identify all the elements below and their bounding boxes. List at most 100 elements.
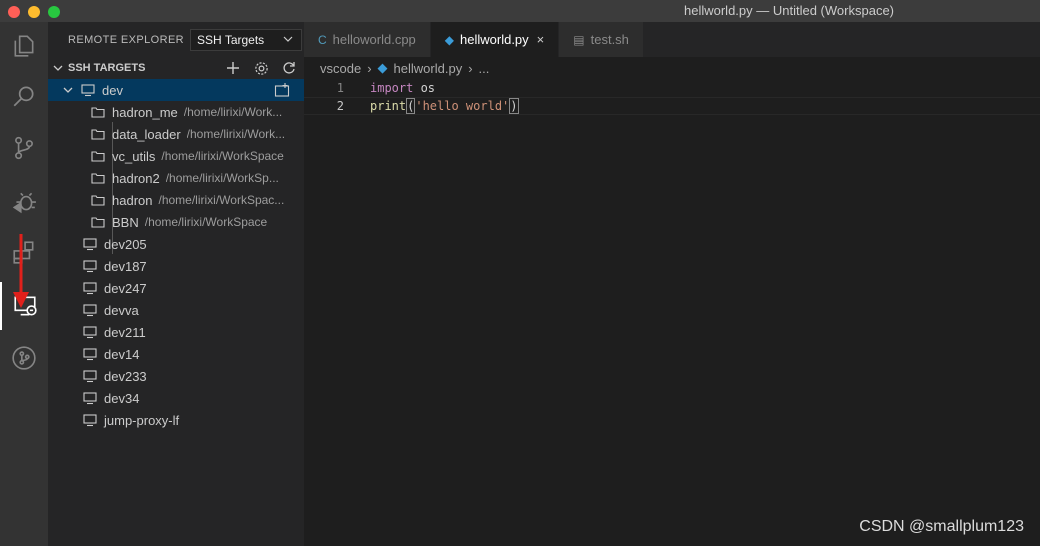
remote-explorer-sidebar: REMOTE EXPLORER SSH Targets SSH TARGETS …	[48, 22, 304, 546]
breadcrumb-item[interactable]: vscode	[320, 61, 361, 76]
host-name: dev233	[104, 368, 147, 384]
folder-path: /home/lirixi/WorkSpac...	[158, 193, 285, 207]
search-icon[interactable]	[0, 72, 48, 120]
folder-path: /home/lirixi/Work...	[183, 105, 283, 119]
folder-path: /home/lirixi/WorkSpace	[161, 149, 284, 163]
tab-test-sh[interactable]: ▤ test.sh	[559, 22, 644, 57]
host-row[interactable]: jump-proxy-lf	[48, 409, 304, 431]
folder-row[interactable]: BBN /home/lirixi/WorkSpace	[48, 211, 304, 233]
host-name: devva	[104, 302, 139, 318]
python-file-icon: ◆	[444, 32, 455, 47]
code-line-current: 2 print('hello world')	[304, 97, 1040, 115]
title-bar: hellworld.py — Untitled (Workspace)	[0, 0, 1040, 22]
folder-row[interactable]: hadron2 /home/lirixi/WorkSp...	[48, 167, 304, 189]
folder-name: hadron2	[112, 170, 160, 186]
monitor-icon	[82, 390, 98, 406]
activity-bar	[0, 22, 48, 546]
chevron-down-icon	[53, 65, 63, 71]
folder-row[interactable]: data_loader /home/lirixi/Work...	[48, 123, 304, 145]
host-row[interactable]: devva	[48, 299, 304, 321]
folder-row[interactable]: hadron_me /home/lirixi/Work...	[48, 101, 304, 123]
section-title: SSH TARGETS	[68, 62, 146, 74]
sidebar-title: REMOTE EXPLORER	[68, 33, 185, 46]
window-title: hellworld.py — Untitled (Workspace)	[684, 3, 894, 18]
chevron-down-icon	[283, 36, 293, 42]
monitor-icon	[80, 82, 96, 98]
folder-icon	[90, 192, 106, 208]
folder-row[interactable]: hadron /home/lirixi/WorkSpac...	[48, 189, 304, 211]
host-row[interactable]: dev205	[48, 233, 304, 255]
folder-name: hadron	[112, 192, 153, 208]
explorer-icon[interactable]	[0, 22, 48, 70]
host-row[interactable]: dev233	[48, 365, 304, 387]
add-new-icon[interactable]	[224, 59, 242, 77]
folder-name: vc_utils	[112, 148, 156, 164]
folder-icon	[90, 126, 106, 142]
red-arrow-annotation	[13, 234, 29, 308]
line-number: 2	[336, 99, 344, 113]
tab-label: hellworld.py	[460, 32, 529, 47]
breadcrumb-item[interactable]: ...	[479, 61, 490, 76]
tab-helloworld-cpp[interactable]: C helloworld.cpp	[304, 22, 431, 57]
folder-name: BBN	[112, 214, 139, 230]
code-editor[interactable]: 1 import os 2 print('hello world')	[304, 79, 1040, 115]
breadcrumb: vscode › ◆ hellworld.py › ...	[304, 57, 1040, 79]
code-paren: (	[406, 98, 416, 114]
chevron-right-icon: ›	[468, 60, 473, 76]
folder-row[interactable]: vc_utils /home/lirixi/WorkSpace	[48, 145, 304, 167]
gear-icon[interactable]	[252, 59, 270, 77]
close-tab-icon[interactable]: ×	[537, 32, 545, 47]
monitor-icon	[82, 236, 98, 252]
monitor-icon	[82, 280, 98, 296]
folder-icon	[90, 214, 106, 230]
code-string: 'hello world'	[415, 99, 510, 113]
code-keyword: import	[370, 81, 414, 95]
refresh-icon[interactable]	[280, 59, 298, 77]
cpp-file-icon: C	[318, 32, 327, 47]
tab-label: test.sh	[590, 32, 629, 47]
tab-hellworld-py[interactable]: ◆ hellworld.py ×	[430, 22, 560, 57]
folder-name: data_loader	[112, 126, 181, 142]
host-name: dev187	[104, 258, 147, 274]
host-row[interactable]: dev247	[48, 277, 304, 299]
shell-file-icon: ▤	[573, 32, 585, 47]
host-row[interactable]: dev211	[48, 321, 304, 343]
folder-name: hadron_me	[112, 104, 178, 120]
monitor-icon	[82, 258, 98, 274]
run-debug-icon[interactable]	[0, 178, 48, 226]
host-name: dev	[102, 82, 123, 98]
chevron-down-icon	[63, 87, 73, 93]
host-row[interactable]: dev14	[48, 343, 304, 365]
git-graph-icon[interactable]	[0, 334, 48, 382]
host-row[interactable]: dev34	[48, 387, 304, 409]
breadcrumb-item[interactable]: hellworld.py	[394, 61, 463, 76]
line-number: 1	[336, 81, 344, 95]
code-function: print	[370, 99, 407, 113]
remote-type-select-value: SSH Targets	[197, 32, 265, 47]
folder-icon	[90, 148, 106, 164]
editor-tabs: C helloworld.cpp ◆ hellworld.py × ▤ test…	[304, 22, 1040, 57]
monitor-icon	[82, 302, 98, 318]
folder-path: /home/lirixi/Work...	[186, 127, 286, 141]
host-row[interactable]: dev187	[48, 255, 304, 277]
editor-area: C helloworld.cpp ◆ hellworld.py × ▤ test…	[304, 22, 1040, 546]
tab-label: helloworld.cpp	[332, 32, 416, 47]
host-name: dev205	[104, 236, 147, 252]
monitor-icon	[82, 368, 98, 384]
host-name: dev34	[104, 390, 140, 406]
host-row-dev[interactable]: dev	[48, 79, 304, 101]
host-name: dev211	[104, 324, 146, 340]
folder-icon	[90, 170, 106, 186]
source-control-icon[interactable]	[0, 124, 48, 172]
folder-icon	[90, 104, 106, 120]
monitor-icon	[82, 324, 98, 340]
host-name: dev14	[104, 346, 140, 362]
code-text: os	[413, 81, 436, 95]
open-in-new-window-icon[interactable]	[274, 82, 290, 98]
remote-type-select[interactable]: SSH Targets	[190, 28, 303, 51]
ssh-targets-section-header[interactable]: SSH TARGETS	[48, 57, 304, 79]
watermark: CSDN @smallplum123	[859, 518, 1024, 535]
folder-path: /home/lirixi/WorkSp...	[165, 171, 279, 185]
host-name: dev247	[104, 280, 147, 296]
folder-path: /home/lirixi/WorkSpace	[144, 215, 268, 229]
